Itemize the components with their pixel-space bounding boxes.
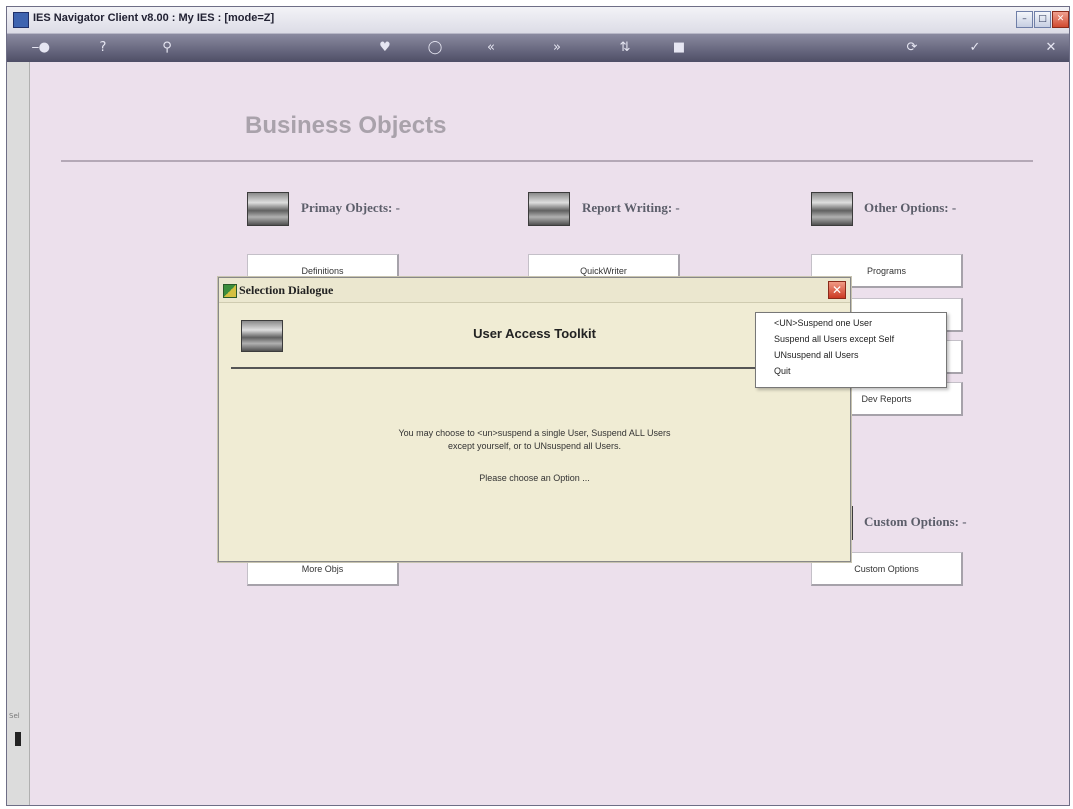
history-icon[interactable]: ◯: [425, 38, 445, 58]
heart-icon[interactable]: ♥: [375, 38, 395, 58]
sidebar-marker: [15, 732, 21, 746]
primary-objects-icon: [247, 192, 289, 226]
app-icon: [13, 12, 29, 28]
help-icon[interactable]: ?: [93, 38, 113, 58]
dialog-message-line2: except yourself, or to UNsuspend all Use…: [447, 441, 622, 451]
sort-icon[interactable]: ⇅: [615, 38, 635, 58]
page-title: Business Objects: [245, 112, 447, 139]
sidebar: Sel: [7, 62, 30, 805]
options-menu: <UN>Suspend one User Suspend all Users e…: [755, 312, 947, 388]
report-writing-icon: [528, 192, 570, 226]
app-window: IES Navigator Client v8.00 : My IES : [m…: [6, 6, 1070, 806]
toolbar: ⎯● ? ⚲ ♥ ◯ « » ⇅ ■ ⟳ ✓ ✕: [7, 34, 1069, 62]
dialog-title: Selection Dialogue: [239, 283, 334, 297]
forward-icon[interactable]: »: [547, 38, 567, 58]
title-bar: IES Navigator Client v8.00 : My IES : [m…: [7, 7, 1069, 34]
report-writing-title: Report Writing: -: [582, 200, 680, 215]
maximize-button[interactable]: □: [1034, 11, 1051, 28]
dialog-prompt: Please choose an Option ...: [479, 473, 590, 483]
window-title: IES Navigator Client v8.00 : My IES : [m…: [33, 12, 275, 24]
other-options-title: Other Options: -: [864, 200, 957, 215]
dialog-title-bar: Selection Dialogue ✕: [219, 278, 850, 303]
custom-options-title: Custom Options: -: [864, 514, 967, 529]
dialog-app-icon: [223, 284, 237, 298]
key-icon[interactable]: ⎯●: [21, 38, 61, 58]
check-icon[interactable]: ✓: [965, 38, 985, 58]
other-options-icon: [811, 192, 853, 226]
exit-icon[interactable]: ✕: [1041, 38, 1061, 58]
title-divider: [61, 160, 1033, 162]
dialog-message-line1: You may choose to <un>suspend a single U…: [398, 428, 671, 438]
stop-icon[interactable]: ■: [669, 38, 689, 58]
back-icon[interactable]: «: [481, 38, 501, 58]
search-icon[interactable]: ⚲: [157, 38, 177, 58]
close-window-button[interactable]: ✕: [1052, 11, 1069, 28]
dialog-divider: [231, 367, 843, 369]
primary-objects-title: Primay Objects: -: [301, 200, 400, 215]
minimize-button[interactable]: –: [1016, 11, 1033, 28]
menu-item-suspend-all-except-self[interactable]: Suspend all Users except Self: [774, 334, 894, 344]
menu-item-unsuspend-all[interactable]: UNsuspend all Users: [774, 350, 859, 360]
sidebar-label: Sel: [9, 712, 20, 720]
refresh-icon[interactable]: ⟳: [902, 38, 922, 58]
dialog-close-button[interactable]: ✕: [828, 281, 846, 299]
menu-item-suspend-one[interactable]: <UN>Suspend one User: [774, 318, 872, 328]
menu-item-quit[interactable]: Quit: [774, 366, 791, 376]
